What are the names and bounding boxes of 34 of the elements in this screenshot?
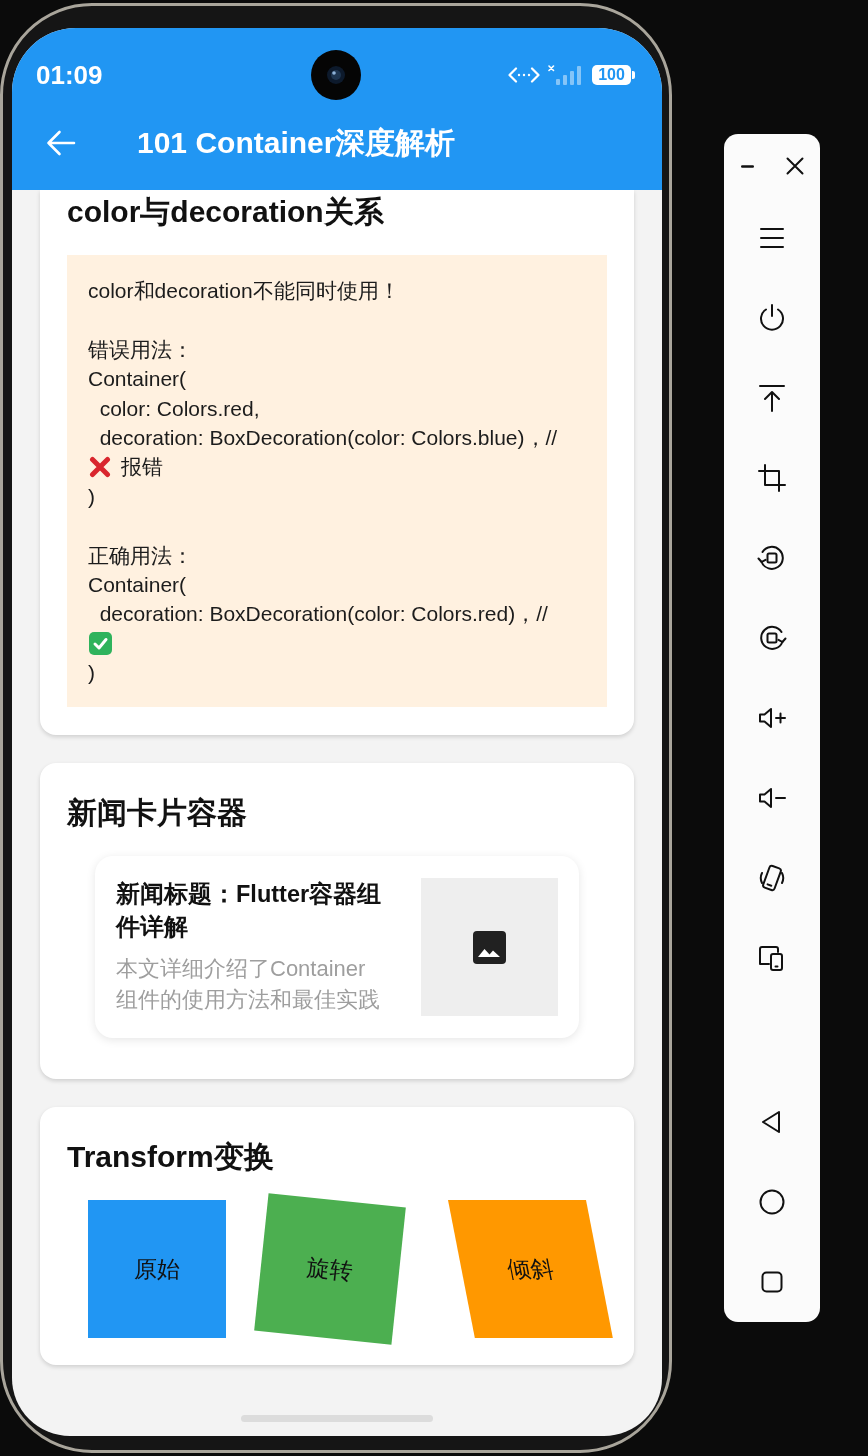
square-label: 旋转 bbox=[305, 1252, 355, 1287]
crop-icon[interactable] bbox=[756, 462, 788, 494]
app-title: 101 Container深度解析 bbox=[137, 124, 456, 161]
camera-lens-icon bbox=[311, 50, 361, 100]
code-line: Container( bbox=[88, 366, 188, 393]
code-line: ) bbox=[88, 660, 96, 687]
code-line: 报错 bbox=[121, 454, 163, 481]
code-line: decoration: BoxDecoration(color: Colors.red)，// bbox=[98, 601, 549, 628]
news-card[interactable]: 新闻标题：Flutter容器组件详解 本文详细介绍了Container组件的使用方法和最佳实践 bbox=[95, 856, 579, 1039]
code-line: Container( bbox=[88, 571, 188, 598]
code-line: ) bbox=[88, 483, 96, 510]
code-line: color和decoration不能同时使用！ bbox=[88, 278, 401, 304]
section-title: 新闻卡片容器 bbox=[67, 795, 248, 832]
cross-mark-icon bbox=[89, 456, 111, 479]
minimize-icon[interactable] bbox=[741, 164, 754, 168]
section-title: color与decoration关系 bbox=[67, 194, 385, 230]
square-label: 倾斜 bbox=[504, 1254, 557, 1284]
news-title: 新闻标题：Flutter容器组件详解 bbox=[116, 880, 383, 943]
code-line: 正确用法： bbox=[88, 542, 194, 569]
chevrons-dots-icon bbox=[508, 66, 540, 84]
section-title: Transform变换 bbox=[67, 1139, 275, 1176]
image-icon bbox=[473, 930, 506, 964]
code-line: 错误用法： bbox=[88, 336, 194, 363]
news-summary: 本文详细介绍了Container组件的使用方法和最佳实践 bbox=[116, 955, 381, 1015]
code-line: color: Colors.red, bbox=[98, 395, 261, 422]
code-line: decoration: BoxDecoration(color: Colors.blue)，// bbox=[98, 424, 559, 451]
battery-indicator: 100 bbox=[592, 65, 636, 85]
arrow-up-bar-icon[interactable] bbox=[756, 382, 788, 414]
square-label: 原始 bbox=[134, 1254, 180, 1284]
check-mark-icon bbox=[89, 631, 112, 655]
status-time: 01:09 bbox=[36, 59, 103, 91]
back-arrow-icon[interactable] bbox=[46, 128, 76, 158]
signal-bars-icon bbox=[548, 65, 584, 85]
close-icon[interactable] bbox=[786, 157, 804, 175]
